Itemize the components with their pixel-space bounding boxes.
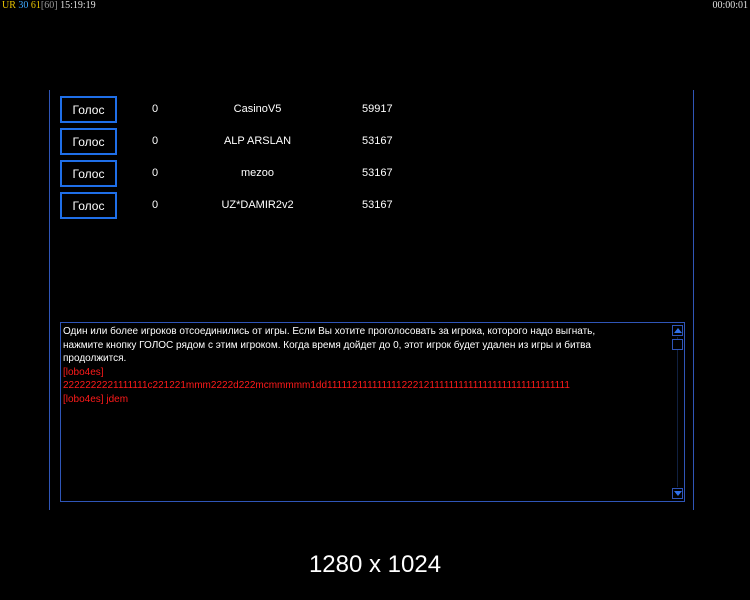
system-message-line: нажмите кнопку ГОЛОС рядом с этим игроко…: [63, 339, 591, 351]
scroll-down-button[interactable]: [672, 488, 683, 499]
chat-message-line: [lobo4es] jdem: [63, 393, 129, 405]
player-name: ALP ARSLAN: [223, 135, 292, 147]
vote-button[interactable]: Голос: [60, 192, 117, 219]
vote-button[interactable]: Голос: [60, 160, 117, 187]
player-id: 53167: [362, 167, 393, 179]
vote-count: 0: [152, 103, 159, 115]
fps-value: 61: [30, 0, 41, 11]
player-row: Голос 0 mezoo 53167: [60, 160, 460, 187]
player-name: UZ*DAMIR2v2: [221, 199, 294, 211]
system-clock: 15:19:19: [60, 0, 96, 11]
fps-max: [60]: [40, 0, 58, 11]
vote-count: 0: [152, 199, 159, 211]
system-message-line: Один или более игроков отсоединились от …: [63, 326, 596, 337]
chat-message-line: [lobo4es]: [63, 366, 104, 378]
message-log-panel[interactable]: Один или более игроков отсоединились от …: [60, 322, 685, 502]
player-id: 53167: [362, 199, 393, 211]
resolution-caption: 1280 x 1024: [308, 551, 442, 578]
status-bar-left: UR 30 61[60] 15:19:19: [2, 0, 96, 12]
player-id: 59917: [362, 103, 393, 115]
vote-button[interactable]: Голос: [60, 96, 117, 123]
vote-button[interactable]: Голос: [60, 128, 117, 155]
scroll-up-button[interactable]: [672, 325, 683, 336]
elapsed-timer: 00:00:01: [712, 0, 748, 11]
frame-right-border: [693, 90, 694, 510]
frame-left-border: [49, 90, 50, 510]
message-log-content: Один или более игроков отсоединились от …: [63, 325, 669, 499]
scroll-thumb[interactable]: [672, 339, 683, 350]
player-name: mezoo: [240, 167, 275, 179]
player-row: Голос 0 UZ*DAMIR2v2 53167: [60, 192, 460, 219]
vote-count: 0: [152, 135, 159, 147]
player-row: Голос 0 ALP ARSLAN 53167: [60, 128, 460, 155]
player-row: Голос 0 CasinoV5 59917: [60, 96, 460, 123]
player-id: 53167: [362, 135, 393, 147]
unit-count: 30: [18, 0, 29, 11]
player-name: CasinoV5: [233, 103, 282, 115]
ur-label: UR: [2, 0, 16, 11]
chat-message-line: 2222222221111111c221221mmm2222d222mcmmmm…: [63, 380, 570, 391]
scroll-track[interactable]: [677, 337, 678, 487]
triangle-down-icon: [673, 491, 682, 496]
triangle-up-icon: [673, 328, 682, 333]
vote-count: 0: [152, 167, 159, 179]
system-message-line: продолжится.: [63, 353, 127, 364]
